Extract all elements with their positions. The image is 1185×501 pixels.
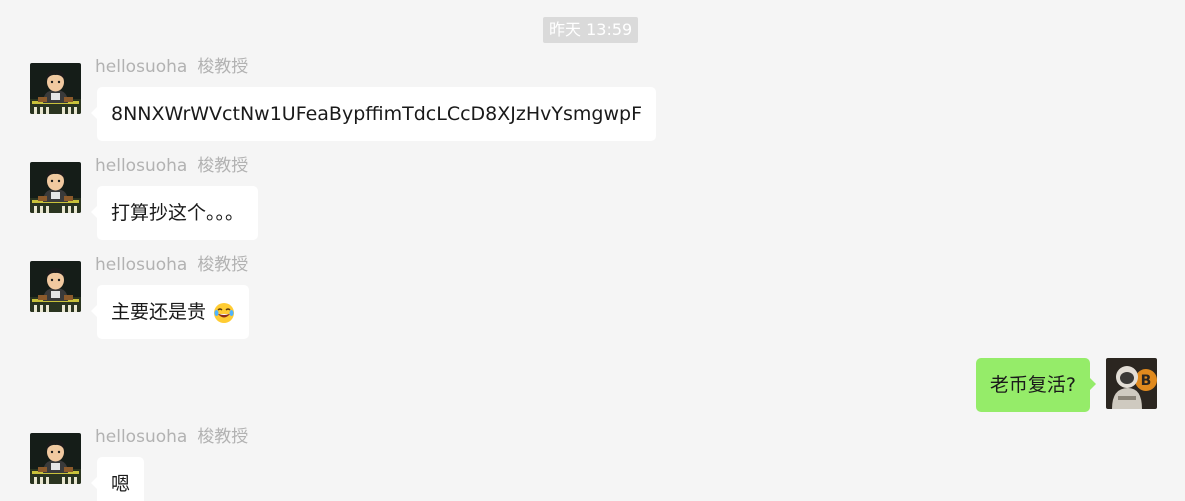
sender-name: hellosuoha: [95, 57, 188, 77]
message-bubble[interactable]: 主要还是贵: [90, 285, 250, 339]
sender-label: hellosuoha 梭教授: [95, 425, 248, 449]
sender-group-name: 梭教授: [197, 255, 249, 275]
message-bubble[interactable]: 嗯: [90, 457, 145, 501]
message-bubble[interactable]: 打算抄这个。。。: [90, 186, 259, 240]
sender-name: hellosuoha: [95, 255, 188, 275]
message-text: 主要还是贵: [111, 301, 207, 323]
sender-group-name: 梭教授: [197, 156, 249, 176]
cartoon-man-desk-avatar-icon: [30, 433, 81, 484]
sender-group-name: 梭教授: [197, 427, 249, 447]
message-text: 8NNXWrWVctNw1UFeaBypffimTdcLCcD8XJzHvYsm…: [111, 103, 642, 125]
tears-of-joy-emoji-icon: [213, 302, 235, 324]
message-text: 老币复活?: [989, 374, 1076, 396]
sender-avatar[interactable]: [30, 63, 81, 114]
message-text: 嗯: [111, 473, 131, 495]
message-text: 打算抄这个。。。: [111, 202, 245, 224]
cartoon-man-desk-avatar-icon: [30, 261, 81, 312]
sender-name: hellosuoha: [95, 427, 188, 447]
cartoon-man-desk-avatar-icon: [30, 63, 81, 114]
sender-name: hellosuoha: [95, 156, 188, 176]
self-avatar[interactable]: [1106, 358, 1157, 409]
sender-avatar[interactable]: [30, 162, 81, 213]
sender-avatar[interactable]: [30, 433, 81, 484]
sender-group-name: 梭教授: [197, 57, 249, 77]
message-bubble[interactable]: 8NNXWrWVctNw1UFeaBypffimTdcLCcD8XJzHvYsm…: [91, 87, 656, 141]
sender-label: hellosuoha 梭教授: [95, 253, 248, 277]
chat-timestamp: 昨天 13:59: [543, 17, 639, 43]
sender-label: hellosuoha 梭教授: [95, 55, 248, 79]
chat-message-area[interactable]: 昨天 13:59 hellosuoha 梭教授 8NNXWrWVctNw1UFea…: [0, 0, 1185, 501]
sender-avatar[interactable]: [30, 261, 81, 312]
message-bubble-self[interactable]: 老币复活?: [975, 358, 1097, 412]
cartoon-man-desk-avatar-icon: [30, 162, 81, 213]
astronaut-bitcoin-avatar-icon: [1106, 358, 1157, 409]
sender-label: hellosuoha 梭教授: [95, 154, 248, 178]
